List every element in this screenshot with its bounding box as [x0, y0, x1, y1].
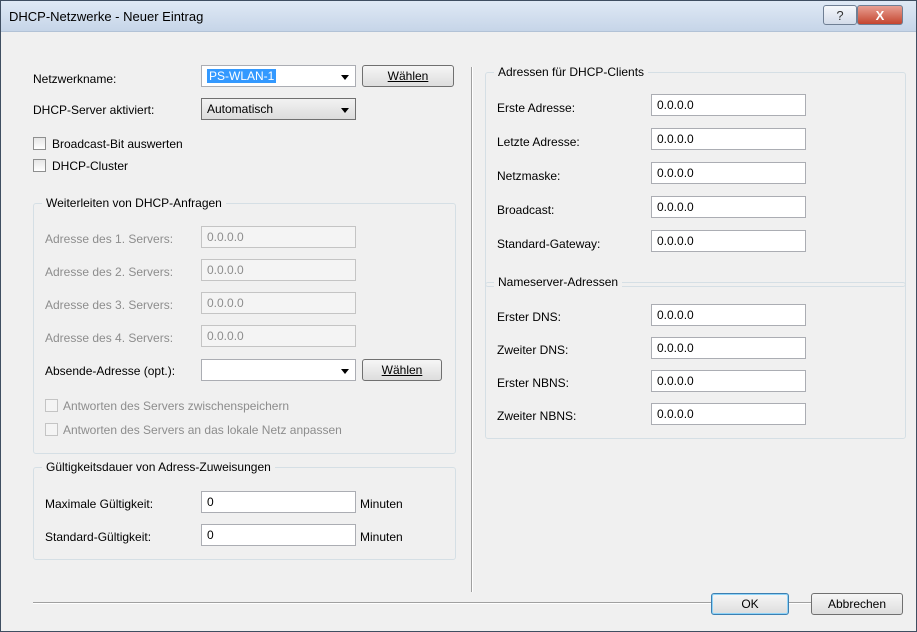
window-title: DHCP-Netzwerke - Neuer Eintrag [9, 9, 204, 24]
dhcp-server-select[interactable]: Automatisch [201, 98, 356, 120]
dns1-label: Erster DNS: [497, 310, 562, 324]
max-validity-label: Maximale Gültigkeit: [45, 497, 154, 511]
gateway-input[interactable]: 0.0.0.0 [651, 230, 806, 252]
server-3-label: Adresse des 3. Servers: [45, 298, 174, 312]
forward-requests-title: Weiterleiten von DHCP-Anfragen [42, 196, 226, 210]
netmask-label: Netzmaske: [497, 169, 561, 183]
last-address-label: Letzte Adresse: [497, 135, 580, 149]
broadcast-input[interactable]: 0.0.0.0 [651, 196, 806, 218]
dhcp-cluster-label: DHCP-Cluster [52, 159, 129, 173]
std-validity-label: Standard-Gültigkeit: [45, 530, 152, 544]
chevron-down-icon[interactable] [341, 75, 349, 80]
dhcp-network-dialog: DHCP-Netzwerke - Neuer Eintrag ? X Netzw… [0, 0, 917, 632]
server-1-input[interactable]: 0.0.0.0 [201, 226, 356, 248]
broadcast-label: Broadcast: [497, 203, 555, 217]
dns1-input[interactable]: 0.0.0.0 [651, 304, 806, 326]
broadcast-bit-checkbox[interactable] [33, 137, 46, 150]
network-name-select-button[interactable]: Wählen [362, 65, 454, 87]
std-validity-unit: Minuten [360, 530, 403, 544]
first-address-label: Erste Adresse: [497, 101, 576, 115]
server-2-input[interactable]: 0.0.0.0 [201, 259, 356, 281]
sender-address-combo[interactable] [201, 359, 356, 381]
validity-title: Gültigkeitsdauer von Adress-Zuweisungen [42, 460, 275, 474]
help-button[interactable]: ? [823, 5, 857, 25]
server-1-label: Adresse des 1. Servers: [45, 232, 174, 246]
nbns2-label: Zweiter NBNS: [497, 409, 577, 423]
last-address-input[interactable]: 0.0.0.0 [651, 128, 806, 150]
client-addresses-title: Adressen für DHCP-Clients [494, 65, 649, 79]
cache-responses-checkbox[interactable] [45, 399, 58, 412]
nameserver-title: Nameserver-Adressen [494, 275, 623, 289]
dhcp-server-label: DHCP-Server aktiviert: [33, 103, 155, 117]
chevron-down-icon[interactable] [341, 369, 349, 374]
max-validity-unit: Minuten [360, 497, 403, 511]
broadcast-bit-label: Broadcast-Bit auswerten [52, 137, 183, 151]
network-name-combo[interactable]: PS-WLAN-1 [201, 65, 356, 87]
nbns1-label: Erster NBNS: [497, 376, 570, 390]
cancel-button[interactable]: Abbrechen [811, 593, 903, 615]
ok-button[interactable]: OK [711, 593, 789, 615]
server-4-input[interactable]: 0.0.0.0 [201, 325, 356, 347]
server-3-input[interactable]: 0.0.0.0 [201, 292, 356, 314]
validity-group: Gültigkeitsdauer von Adress-Zuweisungen [33, 460, 456, 560]
dns2-input[interactable]: 0.0.0.0 [651, 337, 806, 359]
dhcp-cluster-checkbox[interactable] [33, 159, 46, 172]
adapt-responses-label: Antworten des Servers an das lokale Netz… [63, 423, 342, 437]
adapt-responses-checkbox[interactable] [45, 423, 58, 436]
sender-address-label: Absende-Adresse (opt.): [45, 364, 176, 378]
server-2-label: Adresse des 2. Servers: [45, 265, 174, 279]
close-button[interactable]: X [857, 5, 903, 25]
server-4-label: Adresse des 4. Servers: [45, 331, 174, 345]
netmask-input[interactable]: 0.0.0.0 [651, 162, 806, 184]
title-bar: DHCP-Netzwerke - Neuer Eintrag ? X [1, 1, 916, 32]
dhcp-server-value: Automatisch [207, 102, 274, 116]
sender-address-select-button[interactable]: Wählen [362, 359, 442, 381]
dns2-label: Zweiter DNS: [497, 343, 569, 357]
cache-responses-label: Antworten des Servers zwischenspeichern [63, 399, 290, 413]
nbns2-input[interactable]: 0.0.0.0 [651, 403, 806, 425]
dialog-body: Netzwerkname: PS-WLAN-1 Wählen DHCP-Serv… [1, 32, 916, 631]
gateway-label: Standard-Gateway: [497, 237, 601, 251]
max-validity-input[interactable]: 0 [201, 491, 356, 513]
first-address-input[interactable]: 0.0.0.0 [651, 94, 806, 116]
network-name-value: PS-WLAN-1 [207, 69, 277, 83]
std-validity-input[interactable]: 0 [201, 524, 356, 546]
chevron-down-icon[interactable] [341, 108, 349, 113]
network-name-label: Netzwerkname: [33, 72, 117, 86]
nbns1-input[interactable]: 0.0.0.0 [651, 370, 806, 392]
column-divider [471, 67, 473, 592]
